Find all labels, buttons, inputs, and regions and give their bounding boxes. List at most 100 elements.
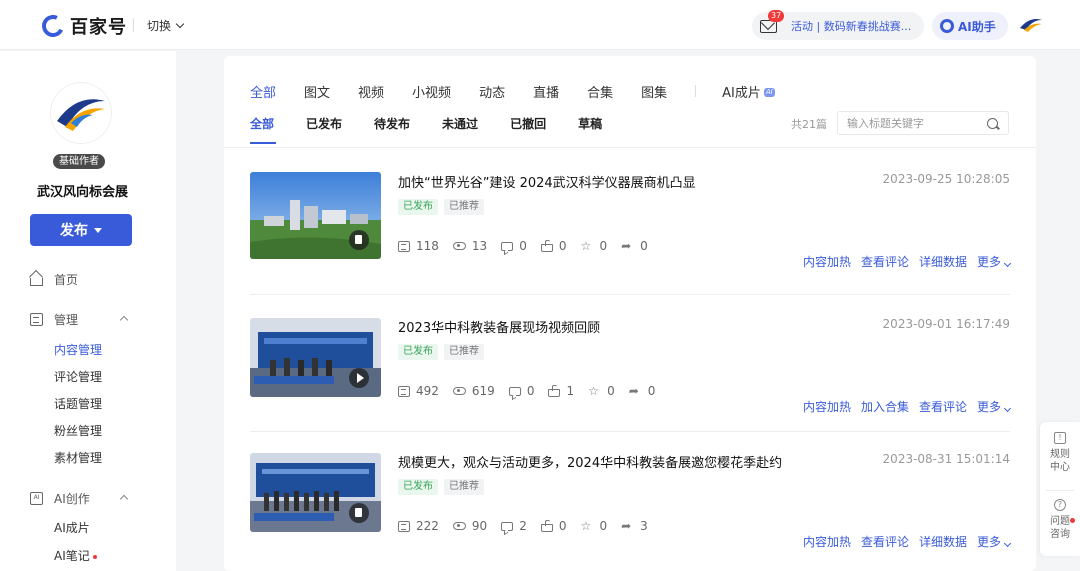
author-level-badge: 基础作者: [53, 154, 105, 169]
tab-article[interactable]: 图文: [304, 82, 330, 101]
caret-down-icon: [94, 227, 102, 233]
read-count-icon: [398, 520, 410, 532]
content-title[interactable]: 2023华中科教装备展现场视频回顾: [398, 317, 600, 336]
ai-helper-button[interactable]: AI助手: [932, 12, 1008, 40]
tag-published: 已发布: [398, 199, 438, 215]
content-panel: 全部 图文 视频 小视频 动态 直播 合集 图集 AI成片 AI 全部 已发布 待…: [224, 56, 1036, 571]
logo-text: 百家号: [70, 17, 127, 38]
view-icon: [452, 522, 466, 530]
star-icon: ☆: [588, 383, 599, 398]
more-button[interactable]: 更多: [977, 398, 1012, 415]
view-count: 90: [471, 519, 488, 533]
tag-published: 已发布: [398, 344, 438, 360]
tab-dynamic[interactable]: 动态: [479, 82, 505, 101]
home-label: 首页: [54, 273, 79, 287]
subtab-all[interactable]: 全部: [250, 115, 277, 144]
search-icon[interactable]: [987, 118, 998, 129]
share-icon: ➦: [628, 383, 639, 398]
like-count: 0: [558, 519, 567, 533]
view-icon: [452, 242, 466, 250]
content-thumbnail[interactable]: [250, 172, 381, 259]
publish-date: 2023-09-01 16:17:49: [882, 317, 1010, 331]
content-item: 2023华中科教装备展现场视频回顾 2023-09-01 16:17:49 已发…: [250, 317, 1012, 437]
content-item: 规模更大，观众与活动更多，2024华中科教装备展邀您樱花季赴约 2023-08-…: [250, 452, 1012, 571]
boost-button[interactable]: 内容加热: [803, 253, 851, 270]
share-icon: ➦: [621, 238, 632, 253]
tab-all[interactable]: 全部: [250, 82, 276, 101]
comment-count: 0: [519, 239, 527, 253]
user-avatar[interactable]: [1018, 14, 1044, 36]
subtab-rejected[interactable]: 未通过: [442, 115, 478, 132]
favorite-count: 0: [607, 384, 615, 398]
logo-icon: [38, 11, 68, 41]
baijiahao-logo[interactable]: 百家号: [38, 11, 127, 41]
content-title[interactable]: 规模更大，观众与活动更多，2024华中科教装备展邀您樱花季赴约: [398, 452, 782, 471]
more-button[interactable]: 更多: [976, 533, 1012, 550]
tab-collection[interactable]: 合集: [587, 82, 613, 101]
chevron-down-icon: [175, 19, 185, 29]
chevron-down-icon: [1003, 404, 1012, 413]
more-label: 更多: [976, 535, 1001, 549]
chevron-up-icon[interactable]: [119, 494, 129, 504]
tab-ai-video[interactable]: AI成片 AI: [722, 82, 775, 101]
detail-data-button[interactable]: 详细数据: [919, 533, 967, 550]
share-count: 0: [640, 239, 648, 253]
comment-icon: [501, 241, 514, 251]
sidebar-item-content-manage[interactable]: 内容管理: [54, 341, 102, 358]
tab-divider: [695, 85, 697, 97]
more-button[interactable]: 更多: [977, 253, 1012, 270]
view-comments-button[interactable]: 查看评论: [861, 533, 909, 550]
sidebar-group-ai[interactable]: AI AI创作: [30, 490, 90, 507]
detail-data-button[interactable]: 详细数据: [919, 253, 967, 270]
rules-center-label: 规则中心: [1050, 449, 1070, 473]
like-icon: [548, 384, 561, 397]
article-type-icon: [349, 503, 369, 523]
publish-button[interactable]: 发布: [30, 214, 132, 246]
search-input[interactable]: [847, 116, 973, 130]
chevron-up-icon[interactable]: [119, 315, 129, 325]
comment-count: 2: [519, 519, 527, 533]
content-thumbnail[interactable]: [250, 453, 381, 532]
boost-button[interactable]: 内容加热: [803, 398, 851, 415]
subtab-withdrawn[interactable]: 已撤回: [510, 115, 546, 132]
author-name: 武汉风向标会展: [37, 185, 129, 200]
content-thumbnail[interactable]: [250, 318, 381, 397]
sidebar-group-manage[interactable]: 管理: [30, 311, 78, 328]
article-count: 共21篇: [791, 118, 827, 131]
ai-label: AI创作: [54, 492, 90, 506]
view-icon: [452, 387, 466, 395]
subtab-published[interactable]: 已发布: [306, 115, 342, 132]
tab-video[interactable]: 视频: [358, 82, 384, 101]
switch-account-button[interactable]: 切换: [147, 17, 185, 34]
add-to-collection-button[interactable]: 加入合集: [861, 398, 909, 415]
rules-center-button[interactable]: ! 规则中心: [1040, 432, 1080, 474]
boost-button[interactable]: 内容加热: [803, 533, 851, 550]
sidebar-item-home[interactable]: 首页: [30, 271, 78, 288]
divider: [250, 294, 1010, 295]
view-comments-button[interactable]: 查看评论: [919, 398, 967, 415]
mail-badge: 37: [768, 10, 785, 22]
comment-icon: [508, 386, 521, 396]
sidebar-item-fans-manage[interactable]: 粉丝管理: [54, 422, 102, 439]
author-avatar[interactable]: [51, 83, 111, 143]
view-comments-button[interactable]: 查看评论: [861, 253, 909, 270]
tab-live[interactable]: 直播: [533, 82, 559, 101]
sidebar-item-ai-notes[interactable]: AI笔记: [54, 547, 97, 564]
content-title[interactable]: 加快“世界光谷”建设 2024武汉科学仪器展商机凸显: [398, 172, 696, 191]
view-count: 619: [471, 384, 495, 398]
subtab-pending[interactable]: 待发布: [374, 115, 410, 132]
subtab-drafts[interactable]: 草稿: [578, 115, 602, 132]
sidebar-item-ai-video[interactable]: AI成片: [54, 519, 90, 536]
tag-recommended: 已推荐: [444, 344, 484, 360]
tab-gallery[interactable]: 图集: [641, 82, 667, 101]
divider: [250, 431, 1010, 432]
play-icon: [349, 368, 369, 388]
tab-short-video[interactable]: 小视频: [412, 82, 451, 101]
sidebar-item-topic-manage[interactable]: 话题管理: [54, 395, 102, 412]
sidebar-item-material-manage[interactable]: 素材管理: [54, 449, 102, 466]
divider: [133, 18, 134, 32]
switch-label: 切换: [147, 19, 172, 33]
sidebar-item-comment-manage[interactable]: 评论管理: [54, 368, 102, 385]
publish-date: 2023-09-25 10:28:05: [882, 172, 1010, 186]
ai-video-label: AI成片: [722, 86, 761, 101]
